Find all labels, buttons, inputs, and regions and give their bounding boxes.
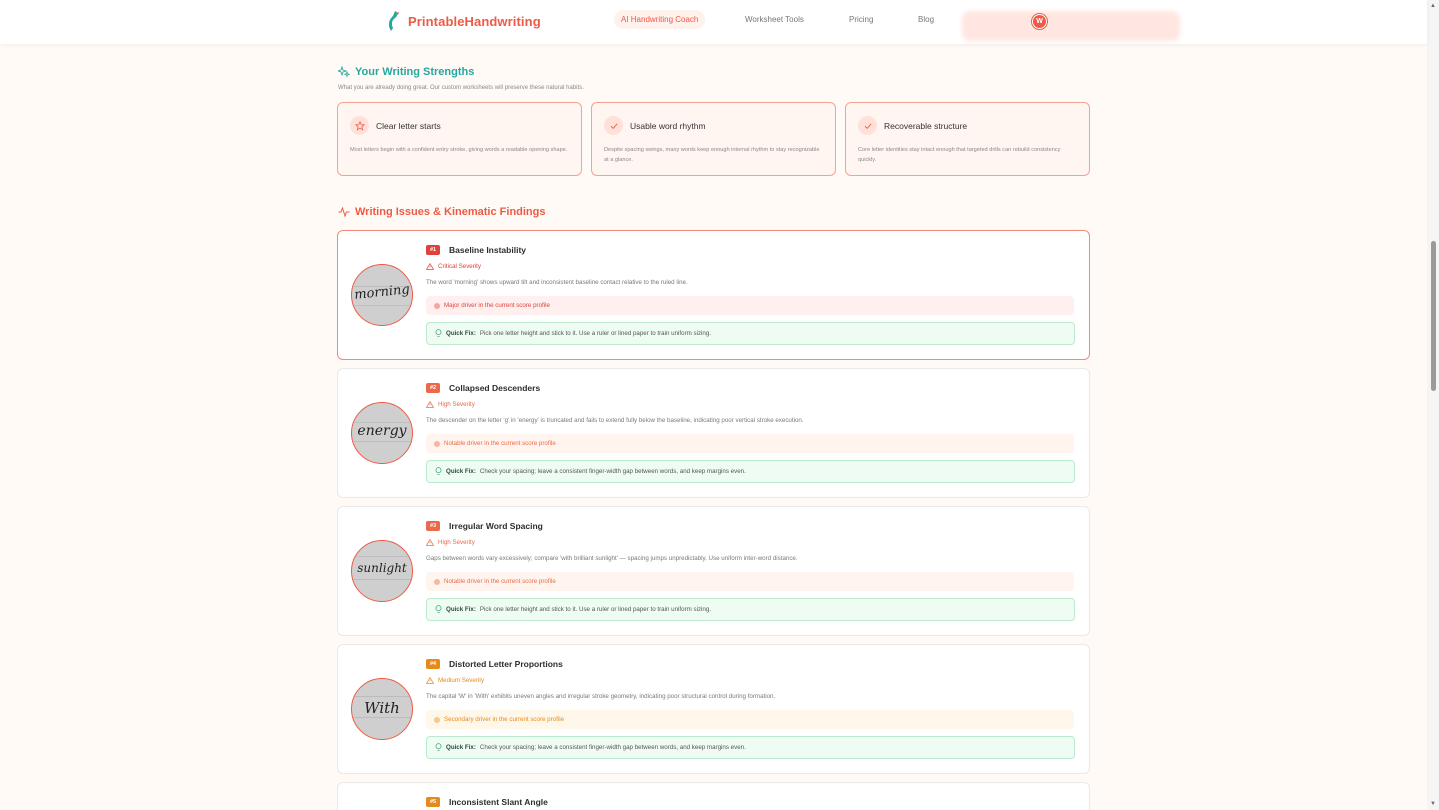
target-icon <box>434 302 440 309</box>
sample-word: With <box>364 699 400 717</box>
severity-text: High Severity <box>438 401 475 408</box>
strength-card: Usable word rhythm Despite spacing swing… <box>591 102 836 176</box>
target-icon <box>434 440 440 447</box>
quick-fix-label: Quick Fix: <box>446 744 476 751</box>
rank-badge: #5 <box>426 797 441 807</box>
sample-word: energy <box>357 423 407 439</box>
driver-text: Notable driver in the current score prof… <box>444 578 556 585</box>
target-icon <box>434 716 440 723</box>
quick-fix-label: Quick Fix: <box>446 606 476 613</box>
warning-triangle-icon <box>426 677 434 684</box>
strength-description: Core letter identities stay intact enoug… <box>858 147 1061 163</box>
strengths-subtitle: What you are already doing great. Our cu… <box>338 85 584 91</box>
lightbulb-icon <box>435 743 442 751</box>
strength-description: Most letters begin with a confident entr… <box>350 147 568 153</box>
handwriting-sample-image: sunlight <box>351 540 413 602</box>
issue-title: Collapsed Descenders <box>449 383 541 393</box>
scroll-down-arrow-icon[interactable]: ▼ <box>1430 801 1436 807</box>
issue-card[interactable]: morning #1 Baseline Instability Critical… <box>337 230 1090 360</box>
issue-description: The capital 'W' in 'With' exhibits uneve… <box>426 693 776 700</box>
handwriting-sample-image: morning <box>351 264 413 326</box>
strength-description: Despite spacing swings, many words keep … <box>604 147 820 163</box>
strength-card: Clear letter starts Most letters begin w… <box>337 102 582 176</box>
issue-title: Distorted Letter Proportions <box>449 659 563 669</box>
nav-worksheet-tools[interactable]: Worksheet Tools <box>745 15 804 24</box>
nav-pricing[interactable]: Pricing <box>849 15 873 24</box>
nav-ai-handwriting-coach[interactable]: AI Handwriting Coach <box>614 10 706 29</box>
scrollbar-track[interactable] <box>1427 0 1439 810</box>
issue-description: The word 'morning' shows upward tilt and… <box>426 279 688 286</box>
target-icon <box>434 578 440 585</box>
driver-text: Notable driver in the current score prof… <box>444 440 556 447</box>
quick-fix-text: Check your spacing; leave a consistent f… <box>479 468 746 475</box>
issue-title: Irregular Word Spacing <box>449 521 543 531</box>
rank-badge: #3 <box>426 521 441 531</box>
strengths-heading: Your Writing Strengths <box>338 66 474 78</box>
driver-indicator: Notable driver in the current score prof… <box>426 572 1074 591</box>
driver-indicator: Major driver in the current score profil… <box>426 296 1074 315</box>
quick-fix-box: Quick Fix: Check your spacing; leave a c… <box>426 460 1075 483</box>
quick-fix-label: Quick Fix: <box>446 330 476 337</box>
quick-fix-box: Quick Fix: Check your spacing; leave a c… <box>426 736 1075 759</box>
nav-blog[interactable]: Blog <box>918 15 934 24</box>
scroll-up-arrow-icon[interactable]: ▲ <box>1430 3 1436 9</box>
issue-title: Inconsistent Slant Angle <box>449 797 548 807</box>
strength-title: Usable word rhythm <box>630 121 706 131</box>
strength-title: Clear letter starts <box>376 121 441 131</box>
rank-badge: #2 <box>426 383 441 393</box>
quick-fix-box: Quick Fix: Pick one letter height and st… <box>426 598 1075 621</box>
issue-description: The descender on the letter 'g' in 'ener… <box>426 417 804 424</box>
quick-fix-box: Quick Fix: Pick one letter height and st… <box>426 322 1075 345</box>
driver-indicator: Notable driver in the current score prof… <box>426 434 1074 453</box>
driver-text: Secondary driver in the current score pr… <box>444 716 565 723</box>
check-icon <box>858 116 877 135</box>
quick-fix-label: Quick Fix: <box>446 468 476 475</box>
activity-pulse-icon <box>338 207 350 217</box>
severity-label: High Severity <box>426 401 475 408</box>
lightbulb-icon <box>435 605 442 613</box>
handwriting-sample-image: With <box>351 678 413 740</box>
issue-card[interactable]: With #4 Distorted Letter Proportions Med… <box>337 644 1090 774</box>
star-icon <box>350 116 369 135</box>
driver-indicator: Secondary driver in the current score pr… <box>426 710 1074 729</box>
quick-fix-text: Pick one letter height and stick to it. … <box>479 606 712 613</box>
issue-card[interactable]: #5 Inconsistent Slant Angle <box>337 782 1090 810</box>
severity-label: Critical Severity <box>426 263 481 270</box>
pen-logo-icon <box>388 11 399 31</box>
driver-text: Major driver in the current score profil… <box>444 302 550 309</box>
severity-label: High Severity <box>426 539 475 546</box>
severity-text: Medium Severity <box>438 677 485 684</box>
strength-title: Recoverable structure <box>884 121 968 131</box>
handwriting-sample-image: energy <box>351 402 413 464</box>
quick-fix-text: Check your spacing; leave a consistent f… <box>479 744 746 751</box>
warning-triangle-icon <box>426 263 434 270</box>
top-navbar: PrintableHandwriting AI Handwriting Coac… <box>0 0 1427 44</box>
issues-heading: Writing Issues & Kinematic Findings <box>338 206 546 218</box>
warning-triangle-icon <box>426 401 434 408</box>
header-cta-button[interactable] <box>962 11 1180 41</box>
strength-card: Recoverable structure Core letter identi… <box>845 102 1090 176</box>
issue-card[interactable]: sunlight #3 Irregular Word Spacing High … <box>337 506 1090 636</box>
sample-word: sunlight <box>357 561 407 575</box>
strengths-title: Your Writing Strengths <box>355 66 475 78</box>
rank-badge: #4 <box>426 659 441 669</box>
sparkles-icon <box>338 66 350 78</box>
issue-card[interactable]: energy #2 Collapsed Descenders High Seve… <box>337 368 1090 498</box>
scrollbar-thumb[interactable] <box>1431 241 1436 391</box>
severity-text: High Severity <box>438 539 475 546</box>
severity-text: Critical Severity <box>438 263 481 270</box>
brand-logo[interactable]: PrintableHandwriting <box>386 9 541 33</box>
rank-badge: #1 <box>426 245 441 255</box>
issue-title: Baseline Instability <box>449 245 526 255</box>
brand-name: PrintableHandwriting <box>408 13 541 29</box>
warning-triangle-icon <box>426 539 434 546</box>
lightbulb-icon <box>435 329 442 337</box>
severity-label: Medium Severity <box>426 677 484 684</box>
issue-description: Gaps between words vary excessively; com… <box>426 555 798 562</box>
quick-fix-text: Pick one letter height and stick to it. … <box>479 330 712 337</box>
check-icon <box>604 116 623 135</box>
user-avatar[interactable]: W <box>1032 14 1047 29</box>
lightbulb-icon <box>435 467 442 475</box>
issues-title: Writing Issues & Kinematic Findings <box>355 206 546 218</box>
